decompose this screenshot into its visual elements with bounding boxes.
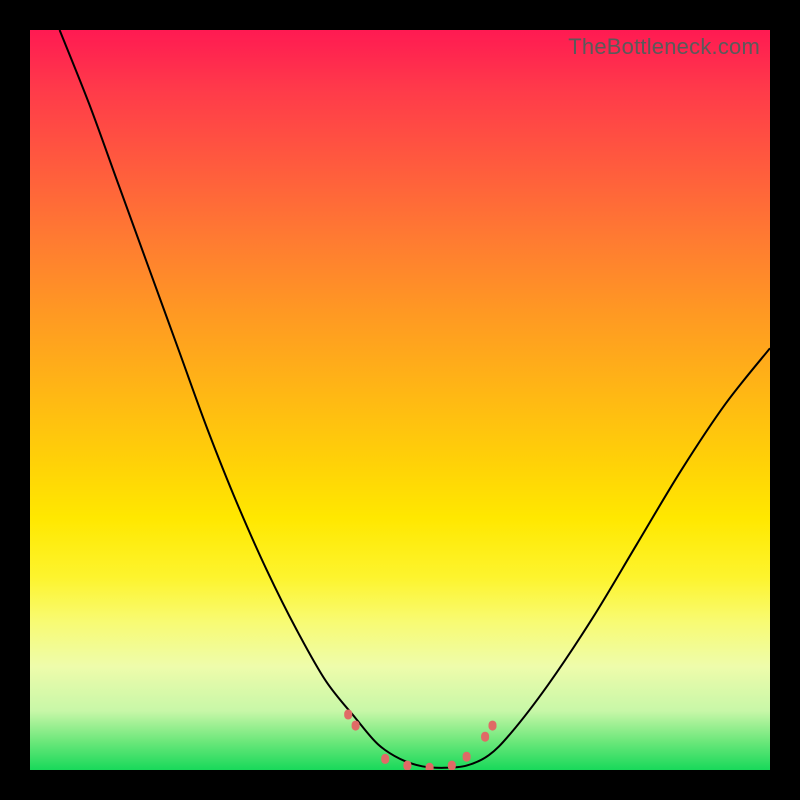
curve-marker: [489, 721, 497, 731]
curve-marker: [481, 732, 489, 742]
bottleneck-curve: [60, 30, 770, 768]
chart-frame: TheBottleneck.com: [0, 0, 800, 800]
curve-marker: [463, 752, 471, 762]
bottleneck-curve-svg: [30, 30, 770, 770]
curve-marker: [426, 763, 434, 770]
curve-marker: [344, 710, 352, 720]
curve-marker: [403, 761, 411, 770]
curve-marker: [352, 721, 360, 731]
curve-marker: [381, 754, 389, 764]
marker-group: [344, 710, 496, 771]
plot-area: TheBottleneck.com: [30, 30, 770, 770]
curve-marker: [448, 761, 456, 770]
